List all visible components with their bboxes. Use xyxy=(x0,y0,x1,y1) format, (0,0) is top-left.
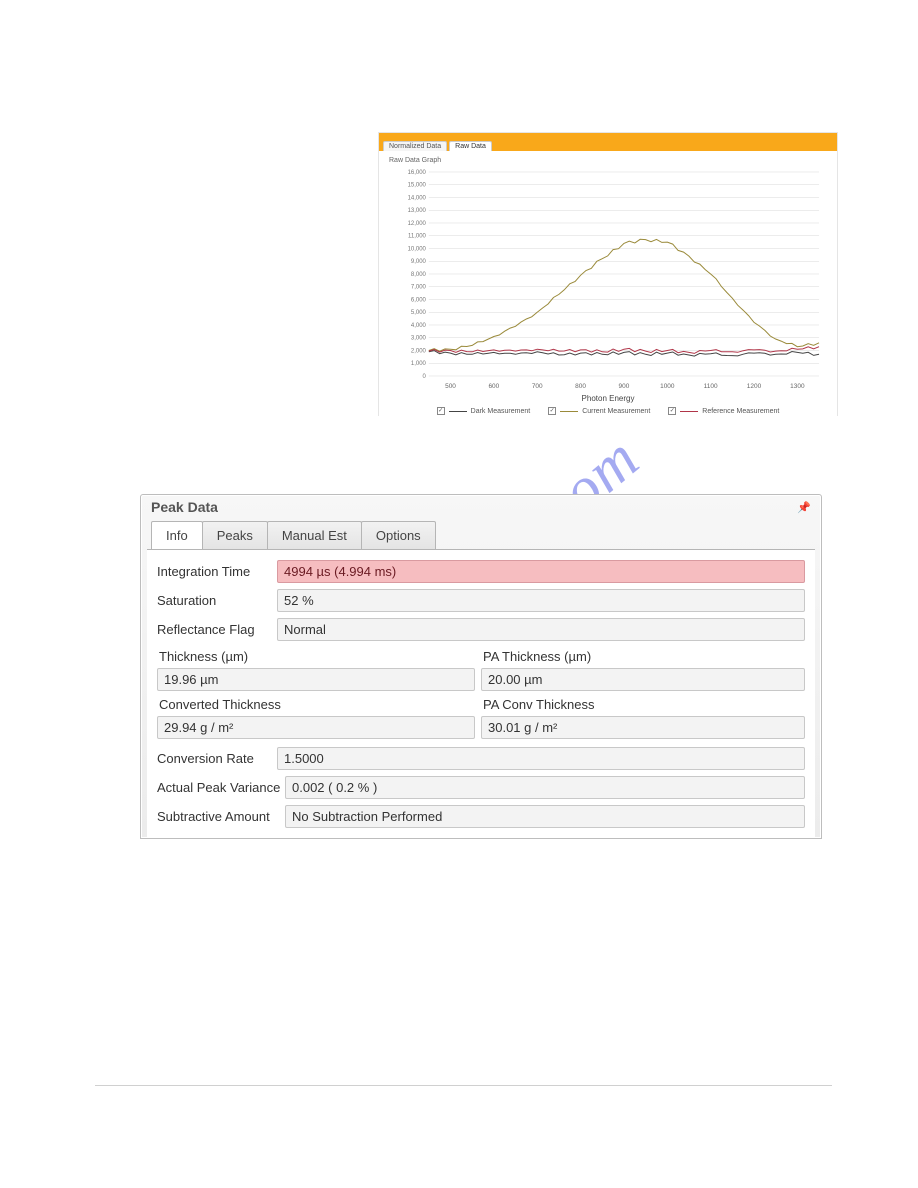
value-saturation: 52 % xyxy=(277,589,805,612)
legend-item-reference[interactable]: ✓ Reference Measurement xyxy=(668,407,779,415)
value-thickness: 19.96 µm xyxy=(157,668,475,691)
label-pa-thickness: PA Thickness (µm) xyxy=(481,647,805,666)
tab-manual-est[interactable]: Manual Est xyxy=(267,521,362,549)
svg-text:12,000: 12,000 xyxy=(408,221,427,227)
row-subtractive-amount: Subtractive Amount No Subtraction Perfor… xyxy=(157,805,805,828)
label-saturation: Saturation xyxy=(157,593,277,608)
peak-data-panel: Peak Data 📌 Info Peaks Manual Est Option… xyxy=(140,494,822,839)
tab-peaks[interactable]: Peaks xyxy=(202,521,268,549)
row-converted-thickness: Converted Thickness 29.94 g / m² PA Conv… xyxy=(157,695,805,739)
chart-plot-area: 0 1,000 2,000 3,000 4,000 5,000 6,000 7,000 8,00… xyxy=(389,168,827,394)
svg-text:13,000: 13,000 xyxy=(408,208,427,214)
svg-text:7,000: 7,000 xyxy=(411,285,427,291)
svg-text:1000: 1000 xyxy=(660,383,675,390)
chart-xlabel: Photon Energy xyxy=(389,394,827,403)
value-actual-peak-variance: 0.002 ( 0.2 % ) xyxy=(285,776,805,799)
legend-swatch-dark xyxy=(449,411,467,412)
legend-swatch-current xyxy=(560,411,578,412)
value-subtractive-amount: No Subtraction Performed xyxy=(285,805,805,828)
legend-swatch-reference xyxy=(680,411,698,412)
chart-tabs: Normalized Data Raw Data xyxy=(379,139,837,151)
svg-text:1200: 1200 xyxy=(747,383,762,390)
value-conv-thickness: 29.94 g / m² xyxy=(157,716,475,739)
panel-title: Peak Data xyxy=(151,499,218,515)
label-subtractive-amount: Subtractive Amount xyxy=(157,809,285,824)
row-actual-peak-variance: Actual Peak Variance 0.002 ( 0.2 % ) xyxy=(157,776,805,799)
svg-text:5,000: 5,000 xyxy=(411,310,427,316)
checkbox-icon[interactable]: ✓ xyxy=(668,407,676,415)
label-conversion-rate: Conversion Rate xyxy=(157,751,277,766)
legend-item-current[interactable]: ✓ Current Measurement xyxy=(548,407,650,415)
legend-item-dark[interactable]: ✓ Dark Measurement xyxy=(437,407,531,415)
value-pa-thickness: 20.00 µm xyxy=(481,668,805,691)
svg-text:600: 600 xyxy=(488,383,499,390)
tab-info[interactable]: Info xyxy=(151,521,203,549)
legend-label: Reference Measurement xyxy=(702,408,779,415)
pin-icon[interactable]: 📌 xyxy=(797,501,811,514)
svg-text:1,000: 1,000 xyxy=(411,361,427,367)
row-reflectance-flag: Reflectance Flag Normal xyxy=(157,618,805,641)
label-thickness: Thickness (µm) xyxy=(157,647,481,666)
row-conversion-rate: Conversion Rate 1.5000 xyxy=(157,747,805,770)
raw-data-chart-panel: Normalized Data Raw Data Raw Data Graph … xyxy=(378,132,838,416)
legend-label: Current Measurement xyxy=(582,408,650,415)
svg-text:1100: 1100 xyxy=(704,383,718,390)
svg-text:1300: 1300 xyxy=(790,383,805,390)
label-pa-conv-thickness: PA Conv Thickness xyxy=(481,695,805,714)
svg-text:500: 500 xyxy=(445,383,456,390)
svg-text:3,000: 3,000 xyxy=(411,336,427,342)
svg-text:16,000: 16,000 xyxy=(408,170,427,176)
chart-subtitle: Raw Data Graph xyxy=(389,157,827,164)
panel-header: Peak Data 📌 xyxy=(141,495,821,519)
peak-tabs: Info Peaks Manual Est Options xyxy=(141,521,821,549)
svg-text:800: 800 xyxy=(575,383,586,390)
svg-text:9,000: 9,000 xyxy=(411,259,427,265)
label-reflectance-flag: Reflectance Flag xyxy=(157,622,277,637)
svg-text:10,000: 10,000 xyxy=(408,246,427,252)
label-actual-peak-variance: Actual Peak Variance xyxy=(157,780,285,795)
row-integration-time: Integration Time 4994 µs (4.994 ms) xyxy=(157,560,805,583)
value-reflectance-flag: Normal xyxy=(277,618,805,641)
tab-options[interactable]: Options xyxy=(361,521,436,549)
label-integration-time: Integration Time xyxy=(157,564,277,579)
tab-raw-data[interactable]: Raw Data xyxy=(449,141,492,151)
svg-text:700: 700 xyxy=(532,383,543,390)
row-thickness: Thickness (µm) 19.96 µm PA Thickness (µm… xyxy=(157,647,805,691)
svg-text:11,000: 11,000 xyxy=(408,234,426,240)
svg-text:14,000: 14,000 xyxy=(408,195,427,201)
value-integration-time: 4994 µs (4.994 ms) xyxy=(277,560,805,583)
chart-inner: Raw Data Graph 0 1,000 2,000 3,000 4,000 5,00… xyxy=(379,151,837,419)
peak-body: Integration Time 4994 µs (4.994 ms) Satu… xyxy=(147,549,815,838)
svg-text:15,000: 15,000 xyxy=(408,183,427,189)
svg-text:8,000: 8,000 xyxy=(411,272,427,278)
svg-text:2,000: 2,000 xyxy=(411,348,427,354)
svg-text:4,000: 4,000 xyxy=(411,323,427,329)
legend-label: Dark Measurement xyxy=(471,408,531,415)
tab-normalized-data[interactable]: Normalized Data xyxy=(383,141,447,151)
value-pa-conv-thickness: 30.01 g / m² xyxy=(481,716,805,739)
page-footer-rule xyxy=(95,1085,832,1086)
svg-text:6,000: 6,000 xyxy=(411,297,427,303)
chart-legend: ✓ Dark Measurement ✓ Current Measurement… xyxy=(389,407,827,415)
checkbox-icon[interactable]: ✓ xyxy=(548,407,556,415)
checkbox-icon[interactable]: ✓ xyxy=(437,407,445,415)
row-saturation: Saturation 52 % xyxy=(157,589,805,612)
svg-text:900: 900 xyxy=(619,383,630,390)
value-conversion-rate: 1.5000 xyxy=(277,747,805,770)
label-conv-thickness: Converted Thickness xyxy=(157,695,481,714)
svg-text:0: 0 xyxy=(423,374,427,380)
